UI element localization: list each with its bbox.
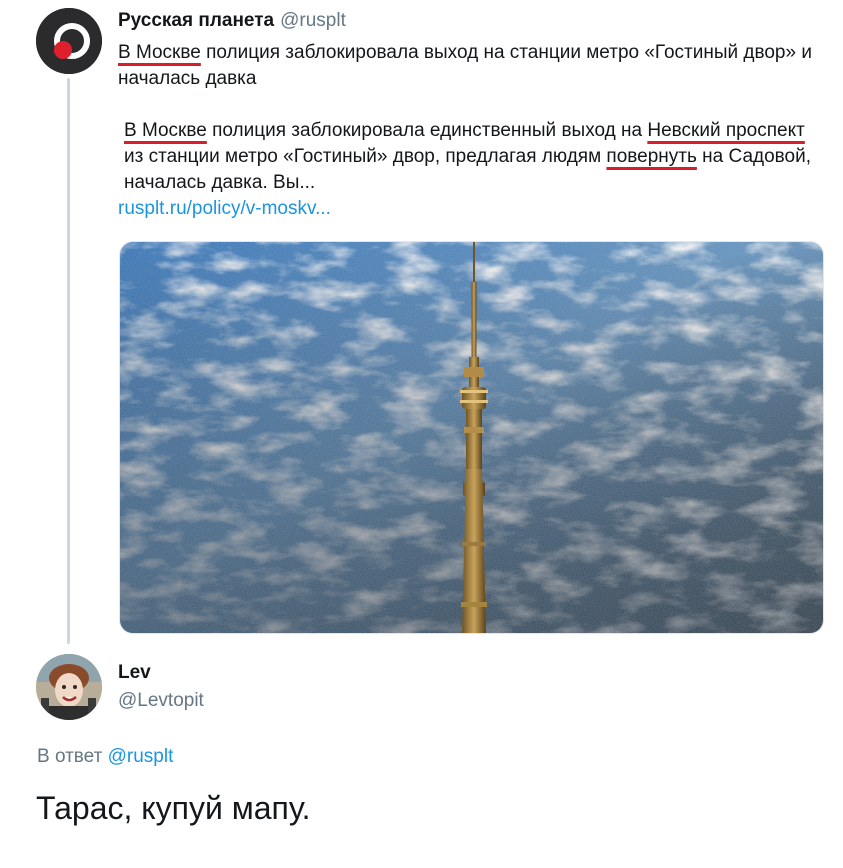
headline-text: полиция заблокировала выход на станции м… (118, 42, 812, 89)
reply-to-mention[interactable]: @rusplt (108, 746, 174, 767)
display-name[interactable]: Русская планета (118, 10, 274, 31)
reply-to-label: В ответ (37, 746, 108, 767)
body-text: из станции метро «Гостиный» двор, предла… (124, 146, 607, 167)
rusplt-logo-icon (36, 8, 102, 74)
tweet-headline: В Москве полиция заблокировала выход на … (118, 40, 818, 92)
highlighted-phrase: В Москве (124, 120, 207, 141)
tweet-header: Русская планета @rusplt (118, 8, 346, 34)
thread-connector-line (67, 78, 70, 644)
reply-display-name[interactable]: Lev (118, 660, 151, 686)
article-link[interactable]: rusplt.ru/policy/v-moskv... (118, 196, 331, 222)
reply-tweet-text: Тарас, купуй мапу. (36, 790, 311, 826)
tweet-photo[interactable] (119, 241, 824, 634)
avatar[interactable] (36, 654, 102, 720)
user-handle[interactable]: @rusplt (280, 10, 346, 31)
tweet-text: В Москве полиция заблокировала выход на … (118, 40, 818, 222)
reply-to-context: В ответ @rusplt (37, 744, 173, 770)
highlighted-phrase: Невский проспект (647, 120, 805, 141)
reply-user-handle[interactable]: @Levtopit (118, 688, 204, 714)
avatar[interactable] (36, 8, 102, 74)
highlighted-phrase: В Москве (118, 42, 201, 63)
ostankino-tower-photo (120, 242, 823, 633)
lev-avatar-photo (36, 654, 102, 720)
body-text: полиция заблокировала единственный выход… (206, 120, 648, 141)
tweet-body: В Москве полиция заблокировала единствен… (118, 118, 818, 196)
highlighted-phrase: повернуть (606, 146, 697, 167)
